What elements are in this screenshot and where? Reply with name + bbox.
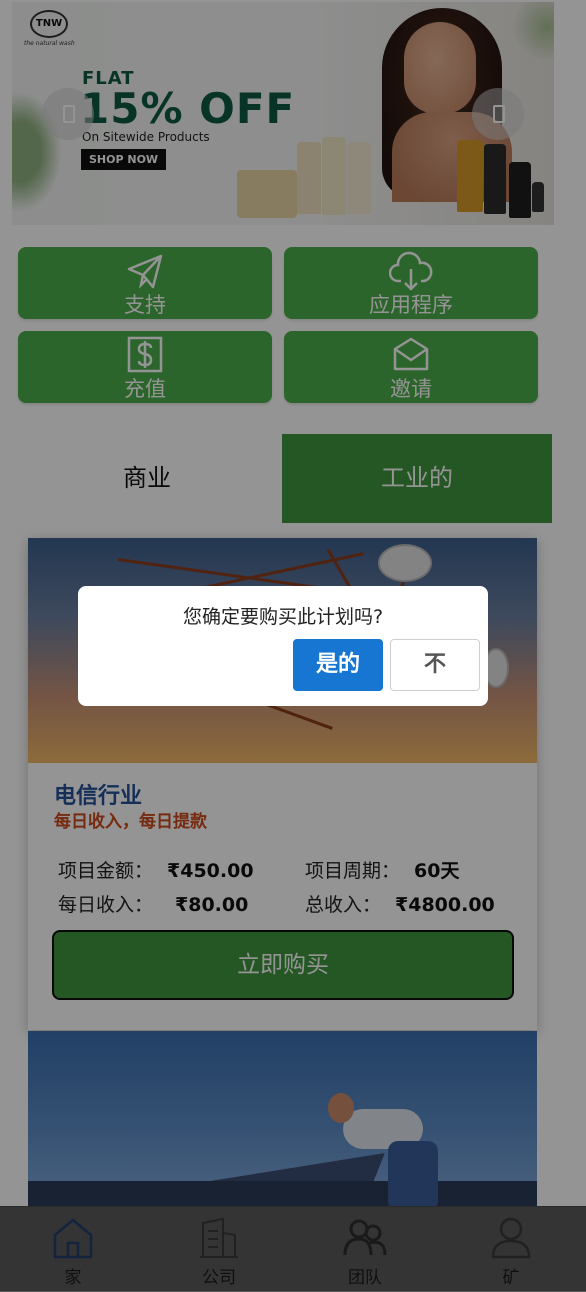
confirm-yes-button[interactable]: 是的 [293, 639, 383, 691]
page: TNW the natural wash FLAT 15% OFF On Sit… [0, 0, 586, 1292]
confirm-no-button[interactable]: 不 [390, 639, 480, 691]
confirm-dialog: 您确定要购买此计划吗? 是的 不 [78, 586, 488, 706]
confirm-message: 您确定要购买此计划吗? [182, 606, 384, 628]
